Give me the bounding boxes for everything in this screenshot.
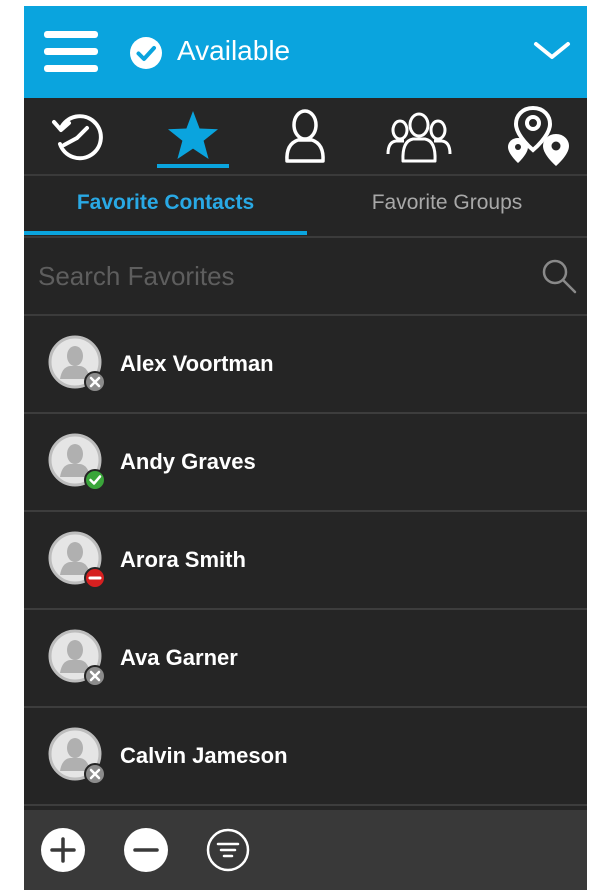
groups-icon [386, 112, 452, 163]
search-icon[interactable] [541, 258, 577, 294]
menu-button[interactable] [44, 31, 98, 73]
favorites-star-icon [168, 111, 218, 159]
nav-recent[interactable] [38, 98, 118, 174]
offline-status-icon [84, 371, 106, 393]
contact-list: Alex Voortman Andy Graves Arora Smith Av… [24, 316, 587, 806]
app-window: Available Favorite Contacts Favorite Gro… [24, 6, 587, 890]
contact-name: Arora Smith [120, 547, 246, 572]
contact-icon [285, 109, 325, 163]
list-item[interactable]: Alex Voortman [24, 316, 587, 414]
status-label[interactable]: Available [177, 31, 290, 71]
list-item[interactable]: Andy Graves [24, 414, 587, 512]
contact-name: Ava Garner [120, 645, 238, 670]
avatar [48, 727, 106, 785]
avatar [48, 531, 106, 589]
avatar [48, 335, 106, 393]
search-bar [24, 238, 587, 316]
recent-history-icon [52, 114, 103, 161]
hamburger-line [44, 48, 98, 55]
chevron-down-icon[interactable] [533, 40, 571, 62]
tab-favorite-contacts[interactable]: Favorite Contacts [24, 176, 307, 234]
hamburger-line [44, 31, 98, 38]
nav-groups[interactable] [379, 98, 459, 174]
offline-status-icon [84, 665, 106, 687]
contact-name: Andy Graves [120, 449, 256, 474]
nav-map[interactable] [498, 98, 578, 174]
tab-favorite-groups[interactable]: Favorite Groups [307, 176, 587, 234]
offline-status-icon [84, 763, 106, 785]
add-icon[interactable] [40, 827, 86, 873]
map-location-icon [508, 105, 569, 166]
list-item[interactable]: Calvin Jameson [24, 708, 587, 806]
tab-active-indicator [24, 231, 307, 235]
nav-contacts[interactable] [265, 98, 345, 174]
contact-name: Alex Voortman [120, 351, 274, 376]
list-item[interactable]: Arora Smith [24, 512, 587, 610]
avatar [48, 433, 106, 491]
avatar [48, 629, 106, 687]
available-status-icon [84, 469, 106, 491]
do-not-disturb-status-icon [84, 567, 106, 589]
list-item[interactable]: Ava Garner [24, 610, 587, 708]
filter-icon[interactable] [205, 827, 251, 873]
nav-favorites[interactable] [153, 98, 233, 174]
nav-icon-bar [24, 98, 587, 176]
search-input[interactable] [36, 248, 520, 304]
nav-active-indicator [157, 164, 229, 168]
bottom-action-bar [24, 810, 587, 890]
favorites-tabs: Favorite Contacts Favorite Groups [24, 176, 587, 238]
contact-name: Calvin Jameson [120, 743, 288, 768]
hamburger-line [44, 65, 98, 72]
available-check-icon [130, 37, 162, 69]
remove-icon[interactable] [123, 827, 169, 873]
status-header: Available [24, 6, 587, 98]
